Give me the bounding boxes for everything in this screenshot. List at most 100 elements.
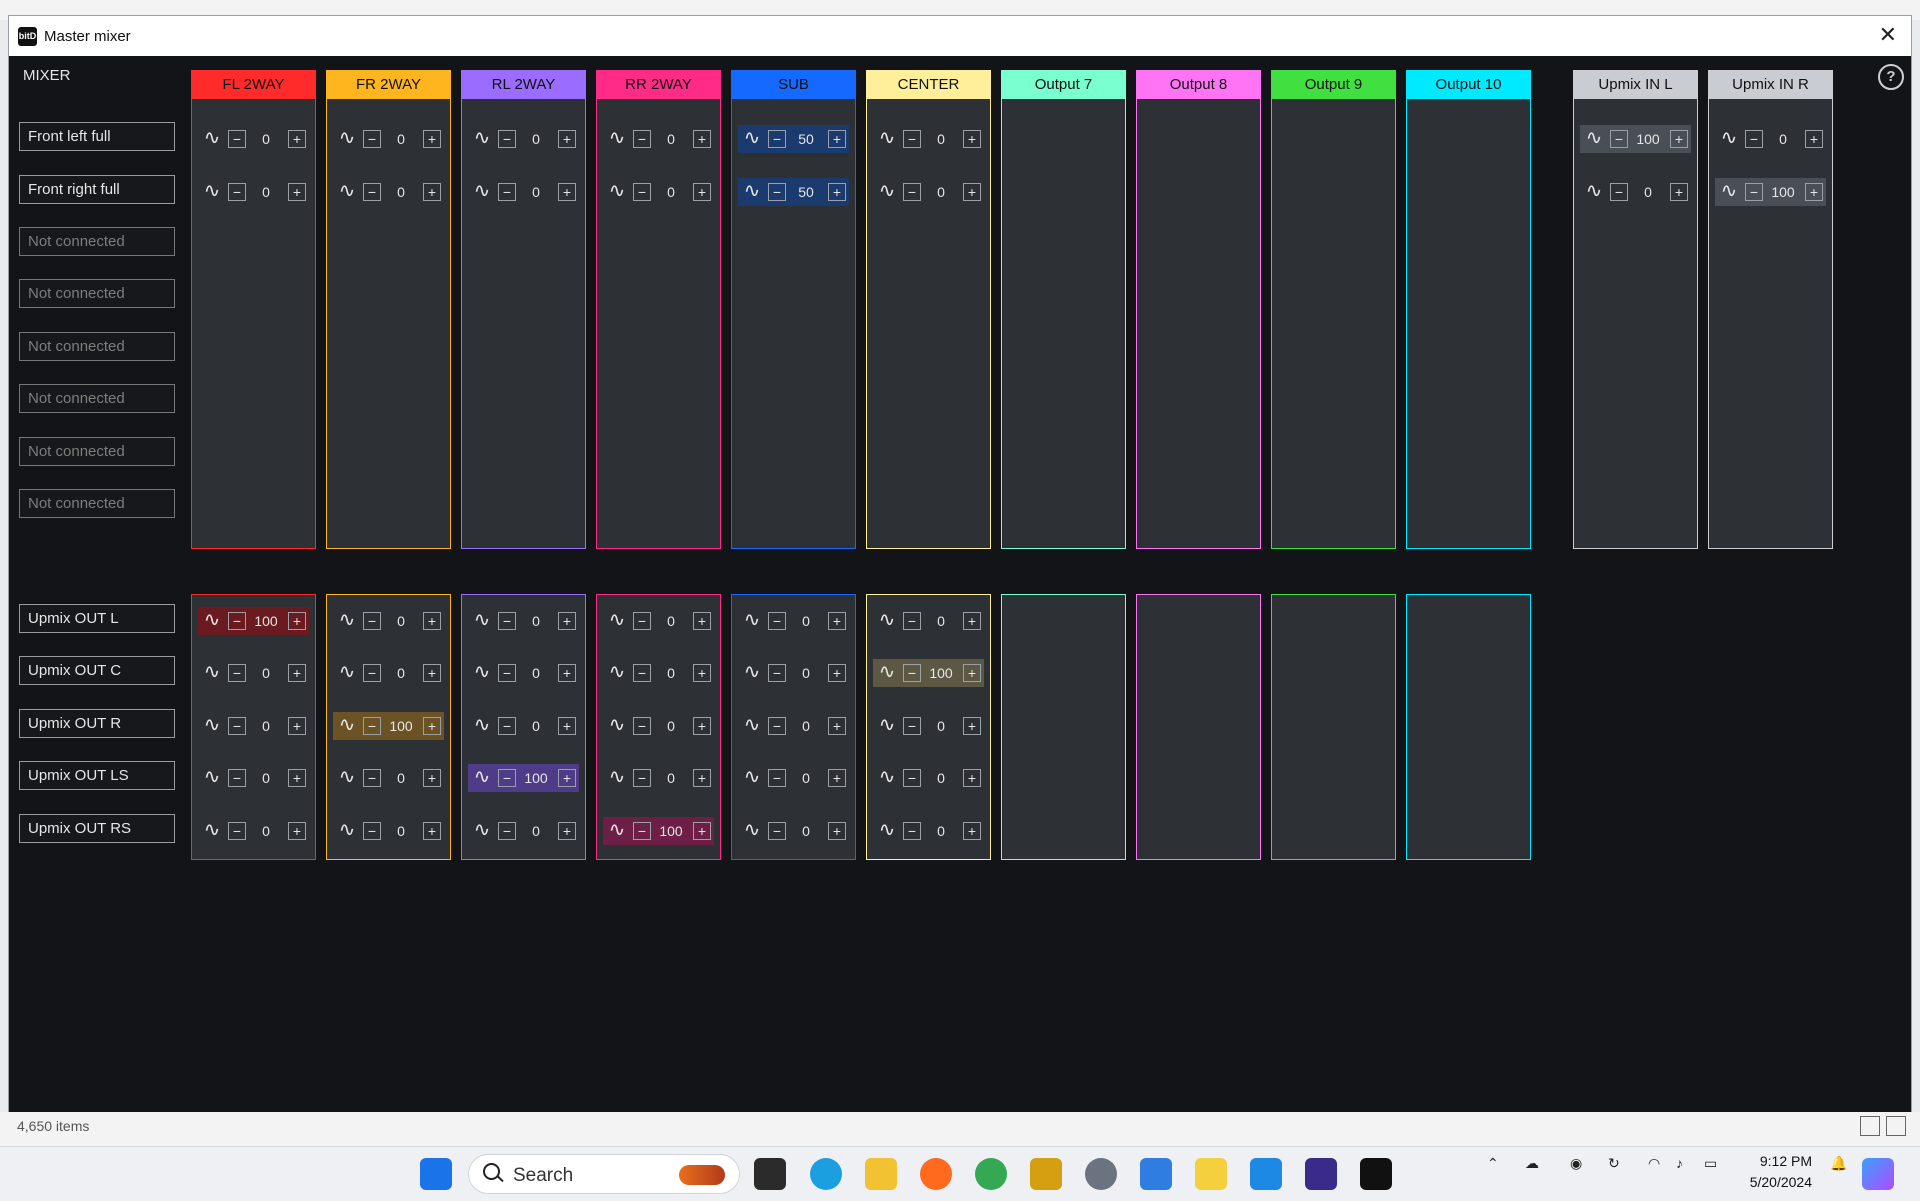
details-view-icon[interactable] xyxy=(1860,1116,1880,1136)
phase-wave-icon[interactable]: ∿ xyxy=(472,128,492,148)
decrease-button[interactable]: − xyxy=(1610,183,1628,201)
gain-value[interactable]: 0 xyxy=(516,183,556,201)
decrease-button[interactable]: − xyxy=(633,130,651,148)
wifi-icon[interactable]: ◠ xyxy=(1648,1155,1660,1172)
decrease-button[interactable]: − xyxy=(1610,130,1628,148)
decrease-button[interactable]: − xyxy=(363,769,381,787)
decrease-button[interactable]: − xyxy=(363,822,381,840)
gain-value[interactable]: 0 xyxy=(651,717,691,735)
decrease-button[interactable]: − xyxy=(363,612,381,630)
increase-button[interactable]: + xyxy=(288,612,306,630)
copilot-icon[interactable] xyxy=(1862,1158,1894,1190)
decrease-button[interactable]: − xyxy=(633,769,651,787)
gain-value[interactable]: 0 xyxy=(381,822,421,840)
decrease-button[interactable]: − xyxy=(1745,130,1763,148)
phase-wave-icon[interactable]: ∿ xyxy=(742,181,762,201)
sync-icon[interactable]: ↻ xyxy=(1608,1155,1620,1172)
close-icon[interactable]: ✕ xyxy=(1879,24,1897,46)
decrease-button[interactable]: − xyxy=(363,183,381,201)
decrease-button[interactable]: − xyxy=(903,612,921,630)
gain-value[interactable]: 0 xyxy=(381,769,421,787)
gain-value[interactable]: 0 xyxy=(786,769,826,787)
increase-button[interactable]: + xyxy=(558,664,576,682)
decrease-button[interactable]: − xyxy=(768,183,786,201)
gain-value[interactable]: 0 xyxy=(786,664,826,682)
decrease-button[interactable]: − xyxy=(903,130,921,148)
phase-wave-icon[interactable]: ∿ xyxy=(472,662,492,682)
decrease-button[interactable]: − xyxy=(633,183,651,201)
phase-wave-icon[interactable]: ∿ xyxy=(337,128,357,148)
increase-button[interactable]: + xyxy=(1805,183,1823,201)
chrome-icon[interactable] xyxy=(975,1158,1007,1190)
decrease-button[interactable]: − xyxy=(768,717,786,735)
decrease-button[interactable]: − xyxy=(363,664,381,682)
decrease-button[interactable]: − xyxy=(768,822,786,840)
phase-wave-icon[interactable]: ∿ xyxy=(337,181,357,201)
gain-value[interactable]: 0 xyxy=(516,664,556,682)
clock[interactable]: 9:12 PM 5/20/2024 xyxy=(1748,1151,1812,1193)
phase-wave-icon[interactable]: ∿ xyxy=(742,715,762,735)
phase-wave-icon[interactable]: ∿ xyxy=(472,820,492,840)
phase-wave-icon[interactable]: ∿ xyxy=(607,715,627,735)
increase-button[interactable]: + xyxy=(963,822,981,840)
decrease-button[interactable]: − xyxy=(228,183,246,201)
gain-value[interactable]: 0 xyxy=(516,822,556,840)
gain-value[interactable]: 0 xyxy=(246,822,286,840)
phase-wave-icon[interactable]: ∿ xyxy=(202,181,222,201)
increase-button[interactable]: + xyxy=(828,769,846,787)
decrease-button[interactable]: − xyxy=(228,769,246,787)
increase-button[interactable]: + xyxy=(693,130,711,148)
gain-value[interactable]: 0 xyxy=(381,664,421,682)
increase-button[interactable]: + xyxy=(288,717,306,735)
phase-wave-icon[interactable]: ∿ xyxy=(337,767,357,787)
phase-wave-icon[interactable]: ∿ xyxy=(472,715,492,735)
increase-button[interactable]: + xyxy=(558,769,576,787)
decrease-button[interactable]: − xyxy=(768,664,786,682)
phase-wave-icon[interactable]: ∿ xyxy=(202,715,222,735)
decrease-button[interactable]: − xyxy=(498,130,516,148)
phase-wave-icon[interactable]: ∿ xyxy=(607,128,627,148)
increase-button[interactable]: + xyxy=(828,130,846,148)
gain-value[interactable]: 0 xyxy=(651,769,691,787)
phase-wave-icon[interactable]: ∿ xyxy=(472,767,492,787)
decrease-button[interactable]: − xyxy=(768,769,786,787)
decrease-button[interactable]: − xyxy=(633,822,651,840)
decrease-button[interactable]: − xyxy=(363,130,381,148)
volume-icon[interactable]: ♪ xyxy=(1676,1155,1683,1171)
phase-wave-icon[interactable]: ∿ xyxy=(202,662,222,682)
phase-wave-icon[interactable]: ∿ xyxy=(607,610,627,630)
phase-wave-icon[interactable]: ∿ xyxy=(742,767,762,787)
increase-button[interactable]: + xyxy=(558,612,576,630)
gain-value[interactable]: 0 xyxy=(921,183,961,201)
gain-value[interactable]: 100 xyxy=(246,612,286,630)
phase-wave-icon[interactable]: ∿ xyxy=(337,662,357,682)
increase-button[interactable]: + xyxy=(693,769,711,787)
increase-button[interactable]: + xyxy=(963,130,981,148)
phase-wave-icon[interactable]: ∿ xyxy=(1584,181,1604,201)
gain-value[interactable]: 0 xyxy=(246,664,286,682)
notifications-icon[interactable]: 🔔 xyxy=(1830,1155,1847,1172)
increase-button[interactable]: + xyxy=(558,822,576,840)
file-explorer-icon[interactable] xyxy=(865,1158,897,1190)
decrease-button[interactable]: − xyxy=(498,769,516,787)
gain-value[interactable]: 0 xyxy=(516,612,556,630)
increase-button[interactable]: + xyxy=(288,822,306,840)
gain-value[interactable]: 100 xyxy=(516,769,556,787)
zoom-icon[interactable]: ◉ xyxy=(1570,1155,1582,1172)
phase-wave-icon[interactable]: ∿ xyxy=(607,767,627,787)
gain-value[interactable]: 0 xyxy=(921,612,961,630)
increase-button[interactable]: + xyxy=(828,822,846,840)
increase-button[interactable]: + xyxy=(423,664,441,682)
gain-value[interactable]: 0 xyxy=(921,130,961,148)
increase-button[interactable]: + xyxy=(963,717,981,735)
decrease-button[interactable]: − xyxy=(903,183,921,201)
cloud-icon[interactable]: ☁ xyxy=(1525,1155,1539,1172)
gain-value[interactable]: 100 xyxy=(651,822,691,840)
decrease-button[interactable]: − xyxy=(228,822,246,840)
gain-value[interactable]: 0 xyxy=(516,717,556,735)
phase-wave-icon[interactable]: ∿ xyxy=(472,610,492,630)
increase-button[interactable]: + xyxy=(693,717,711,735)
phase-wave-icon[interactable]: ∿ xyxy=(742,820,762,840)
phase-wave-icon[interactable]: ∿ xyxy=(877,128,897,148)
phase-wave-icon[interactable]: ∿ xyxy=(337,715,357,735)
